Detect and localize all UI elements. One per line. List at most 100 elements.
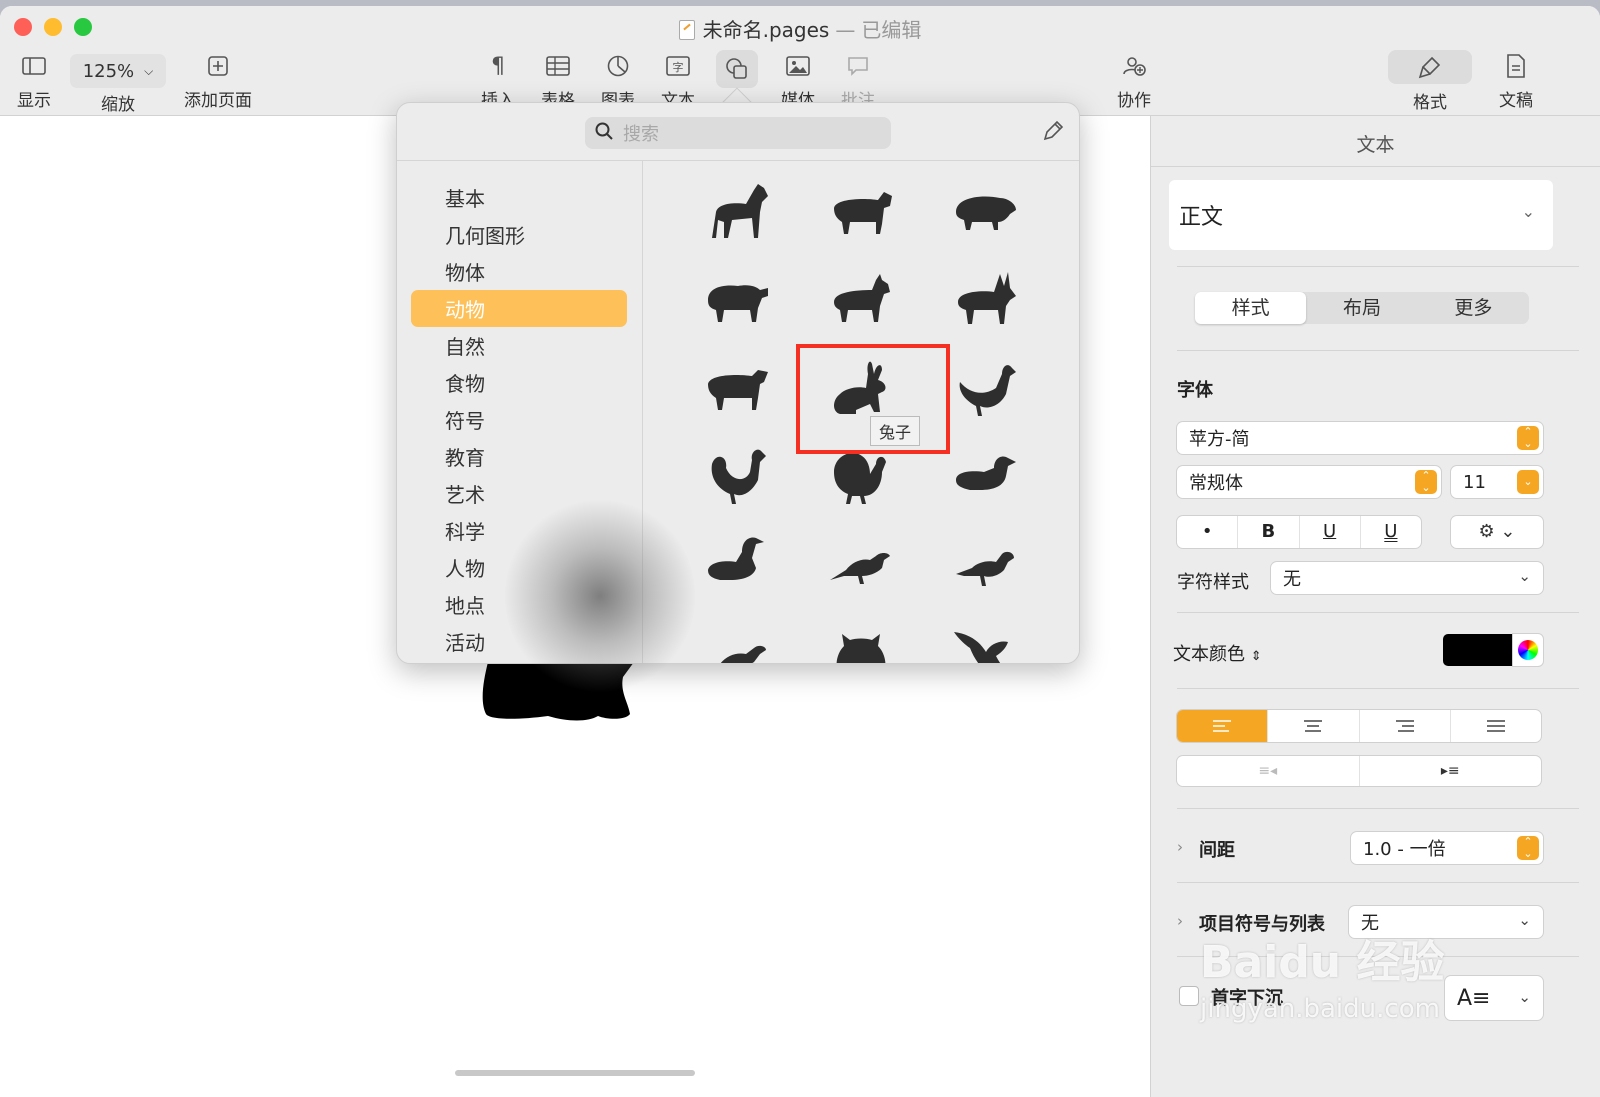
text-color-well[interactable]	[1443, 634, 1513, 666]
decrease-indent-button[interactable]: ≡◂	[1177, 756, 1360, 786]
table-icon	[538, 50, 578, 82]
tab-layout[interactable]: 布局	[1306, 292, 1417, 324]
text-options-button[interactable]: ⚙ ⌄	[1451, 516, 1543, 548]
inspector-title: 文本	[1356, 134, 1395, 156]
pie-chart-icon	[598, 50, 638, 82]
horse-shape[interactable]	[675, 169, 799, 257]
inspector-tabs: 样式 布局 更多	[1195, 292, 1529, 324]
goat-icon	[834, 274, 890, 322]
double-underline-button[interactable]: U	[1361, 516, 1421, 548]
text-color-label[interactable]: 文本颜色 ⇕	[1173, 640, 1262, 666]
collaborate-button[interactable]: 协作	[1114, 50, 1154, 111]
spacing-value: 1.0 - 一倍	[1363, 839, 1446, 860]
category-item[interactable]: 基本	[411, 179, 627, 216]
magpie-icon	[830, 553, 890, 584]
bold-button[interactable]: B	[1238, 516, 1300, 548]
eagle-shape[interactable]	[923, 609, 1047, 663]
donkey-shape[interactable]	[923, 257, 1047, 345]
shape-search-field[interactable]: 搜索	[585, 117, 891, 149]
sparrow-shape[interactable]	[923, 521, 1047, 609]
sidebar-icon	[14, 50, 54, 82]
align-center-icon	[1304, 720, 1323, 732]
divider	[1177, 612, 1579, 613]
drop-cap-checkbox[interactable]	[1179, 986, 1199, 1006]
indent-icon: ▸≡	[1440, 763, 1460, 779]
pages-document-icon	[678, 20, 695, 40]
chevron-right-icon[interactable]: ›	[1177, 838, 1183, 856]
justify-icon	[1486, 720, 1505, 732]
updown-stepper-icon: ⌃ ⌄	[1517, 426, 1539, 450]
watermark-text: Baidu 经验	[1200, 937, 1445, 988]
sheep-icon	[708, 285, 768, 322]
category-item[interactable]: 动物	[411, 290, 627, 327]
blur-overlay	[505, 496, 695, 696]
spacing-select[interactable]: 1.0 - 一倍 ⌃ ⌄	[1351, 832, 1543, 864]
view-button[interactable]: 显示	[14, 50, 54, 111]
bullet-button[interactable]: •	[1177, 516, 1239, 548]
zoom-caption: 缩放	[98, 86, 138, 115]
baidu-watermark: Baidu 经验 jingyan.baidu.com	[1200, 926, 1500, 1046]
zoom-value: 125%	[82, 60, 135, 82]
category-item[interactable]: 几何图形	[411, 216, 627, 253]
font-weight-select[interactable]: 常规体 ⌃ ⌄	[1177, 466, 1441, 498]
collaborate-label: 协作	[1117, 91, 1151, 111]
add-page-button[interactable]: 添加页面	[182, 50, 254, 111]
align-right-button[interactable]	[1360, 710, 1451, 742]
photo-icon	[778, 50, 818, 82]
font-family-select[interactable]: 苹方-简 ⌃ ⌄	[1177, 422, 1543, 454]
category-item[interactable]: 自然	[411, 327, 627, 364]
category-item[interactable]: 教育	[411, 438, 627, 475]
pen-draw-icon[interactable]	[1041, 119, 1065, 147]
category-item[interactable]: 符号	[411, 401, 627, 438]
category-item[interactable]: 物体	[411, 253, 627, 290]
toolbar: 未命名.pages — 已编辑 显示 125% ⌵ 缩放 添加页面 ¶ 插入 表…	[0, 6, 1600, 116]
font-size-field[interactable]: 11 ⌄	[1451, 466, 1543, 498]
align-right-icon	[1395, 720, 1414, 732]
chevron-right-icon[interactable]: ›	[1177, 912, 1183, 930]
char-style-label: 字符样式	[1177, 572, 1249, 593]
tab-style[interactable]: 样式	[1195, 292, 1307, 324]
align-left-button[interactable]	[1177, 710, 1269, 742]
document-button[interactable]: 文稿	[1496, 50, 1536, 111]
text-format-buttons: • B U U	[1177, 516, 1421, 548]
zoom-select[interactable]: 125% ⌵	[70, 54, 166, 88]
window-title: 未命名.pages — 已编辑	[0, 14, 1600, 43]
updown-icon: ⇕	[1250, 649, 1262, 664]
document-label: 文稿	[1499, 91, 1533, 111]
ox-shape[interactable]	[675, 345, 799, 433]
align-left-icon	[1213, 720, 1232, 732]
cow-shape[interactable]	[799, 169, 923, 257]
char-style-value: 无	[1283, 569, 1301, 590]
justify-button[interactable]	[1451, 710, 1541, 742]
paragraph-style-select[interactable]: 正文 ⌄	[1169, 180, 1553, 250]
add-page-icon	[182, 50, 254, 82]
divider	[1177, 882, 1579, 883]
font-size-value: 11	[1463, 471, 1486, 493]
app-window: 未命名.pages — 已编辑 显示 125% ⌵ 缩放 添加页面 ¶ 插入 表…	[0, 6, 1600, 1097]
chevron-down-icon: ⌄	[1518, 911, 1531, 929]
goat-shape[interactable]	[799, 257, 923, 345]
text-box-icon: 字	[658, 50, 698, 82]
horizontal-scrollbar[interactable]	[455, 1070, 695, 1076]
spacing-label[interactable]: 间距	[1199, 836, 1235, 862]
color-wheel-button[interactable]	[1513, 634, 1543, 666]
align-center-button[interactable]	[1268, 710, 1360, 742]
document-name: 未命名.pages	[702, 18, 830, 42]
tab-more[interactable]: 更多	[1418, 292, 1529, 324]
owl-shape[interactable]	[799, 609, 923, 663]
char-style-select[interactable]: 无 ⌄	[1271, 562, 1543, 594]
rooster-shape[interactable]	[675, 433, 799, 521]
shape-button[interactable]	[716, 50, 758, 88]
bird-shape[interactable]	[675, 609, 799, 663]
pig-shape[interactable]	[923, 169, 1047, 257]
increase-indent-button[interactable]: ▸≡	[1360, 756, 1542, 786]
text-color-label-text: 文本颜色	[1173, 644, 1245, 665]
format-button[interactable]: 格式	[1388, 50, 1472, 113]
watermark-url: jingyan.baidu.com	[1200, 994, 1440, 1024]
underline-button[interactable]: U	[1300, 516, 1361, 548]
sheep-shape[interactable]	[675, 257, 799, 345]
divider	[1177, 266, 1579, 267]
rabbit-tooltip: 兔子	[870, 416, 921, 446]
magpie-shape[interactable]	[799, 521, 923, 609]
category-item[interactable]: 食物	[411, 364, 627, 401]
